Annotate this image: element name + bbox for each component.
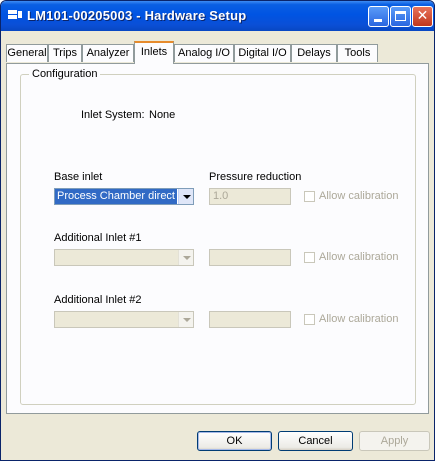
additional-1-allow-calibration-checkbox[interactable]: [304, 252, 315, 263]
tab-analog-io[interactable]: Analog I/O: [174, 44, 234, 62]
chevron-down-icon: [183, 318, 191, 322]
tab-delays[interactable]: Delays: [291, 44, 337, 62]
configuration-group-title: Configuration: [29, 68, 101, 80]
dropdown-arrow-button[interactable]: [178, 250, 193, 265]
base-inlet-selected-value: Process Chamber direct: [55, 189, 177, 204]
chevron-down-icon: [183, 256, 191, 260]
base-inlet-label: Base inlet: [54, 171, 103, 183]
title-bar[interactable]: LM101-00205003 - Hardware Setup ✕: [1, 1, 434, 31]
pressure-reduction-label: Pressure reduction: [209, 171, 302, 183]
additional-inlet-1-dropdown[interactable]: [54, 249, 194, 266]
additional-inlet-1-label: Additional Inlet #1: [54, 232, 142, 244]
tab-analyzer[interactable]: Analyzer: [82, 44, 134, 62]
minimize-icon: [374, 19, 382, 22]
minimize-button[interactable]: [368, 6, 389, 27]
additional-inlet-2-dropdown[interactable]: [54, 311, 194, 328]
base-inlet-dropdown[interactable]: Process Chamber direct: [54, 188, 194, 205]
tab-inlets[interactable]: Inlets: [134, 41, 174, 64]
additional-inlet-1-pressure-field[interactable]: [209, 249, 291, 266]
dropdown-arrow-button[interactable]: [178, 189, 193, 204]
tab-trips[interactable]: Trips: [48, 44, 82, 62]
additional-2-allow-calibration-label: Allow calibration: [319, 313, 399, 325]
additional-2-allow-calibration-checkbox[interactable]: [304, 314, 315, 325]
tab-digital-io[interactable]: Digital I/O: [234, 44, 291, 62]
maximize-icon: [395, 11, 406, 21]
additional-inlet-2-value: [55, 312, 177, 327]
pressure-reduction-field[interactable]: 1.0: [209, 188, 291, 205]
dropdown-arrow-button[interactable]: [178, 312, 193, 327]
additional-inlet-2-label: Additional Inlet #2: [54, 294, 142, 306]
chevron-down-icon: [183, 195, 191, 199]
tab-general[interactable]: General: [6, 44, 48, 62]
cancel-button[interactable]: Cancel: [278, 431, 353, 451]
inlet-system-label: Inlet System:: [81, 109, 145, 121]
inlet-system-value: None: [149, 109, 176, 121]
maximize-button[interactable]: [390, 6, 411, 27]
close-button[interactable]: ✕: [412, 6, 433, 27]
hardware-setup-window: LM101-00205003 - Hardware Setup ✕ Genera…: [0, 0, 435, 461]
tab-tools[interactable]: Tools: [337, 44, 378, 62]
apply-button[interactable]: Apply: [359, 431, 430, 451]
base-allow-calibration-checkbox[interactable]: [304, 191, 315, 202]
ok-button[interactable]: OK: [197, 431, 272, 451]
close-icon: ✕: [416, 8, 429, 24]
additional-1-allow-calibration-label: Allow calibration: [319, 251, 399, 263]
base-allow-calibration-label: Allow calibration: [319, 190, 399, 202]
window-title: LM101-00205003 - Hardware Setup: [27, 8, 247, 23]
additional-inlet-1-value: [55, 250, 177, 265]
additional-inlet-2-pressure-field[interactable]: [209, 311, 291, 328]
app-icon: [8, 10, 22, 20]
